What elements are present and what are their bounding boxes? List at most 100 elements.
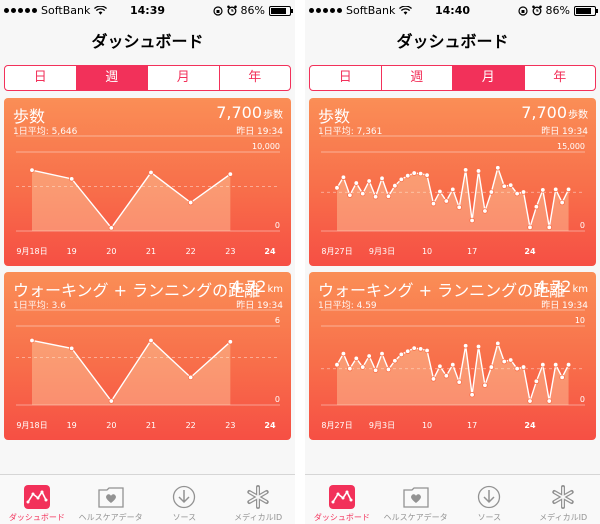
heart-folder-icon (402, 487, 429, 508)
download-arrow-icon (173, 485, 196, 509)
data-point (68, 345, 75, 352)
x-tick-label: 10 (422, 247, 432, 256)
data-point (520, 364, 527, 370)
x-tick-label: 8月27日 (321, 247, 352, 256)
tab-health-data[interactable]: ヘルスケアデータ (379, 475, 453, 524)
x-tick-label: 17 (467, 421, 477, 430)
segment-year[interactable]: 年 (525, 66, 596, 90)
data-point (540, 187, 546, 193)
data-point (108, 398, 115, 404)
data-point (559, 374, 565, 381)
card-value-number: 4.72 (535, 277, 572, 296)
data-point (450, 186, 456, 193)
segment-week[interactable]: 週 (76, 66, 148, 90)
x-tick-label: 9月3日 (369, 247, 395, 256)
tab-label: ヘルスケアデータ (383, 513, 448, 522)
page-title: ダッシュボード (91, 32, 204, 51)
data-point (385, 366, 392, 373)
series-area (32, 340, 231, 405)
data-point (385, 193, 392, 199)
data-point (398, 176, 405, 183)
distance-card[interactable]: 10 0 8月27日 9月3日 10 17 24 ウォーキング + ランニングの距離 1日平… (309, 272, 596, 440)
x-tick-label: 10 (422, 421, 432, 430)
data-point (417, 170, 424, 177)
data-point (469, 392, 475, 398)
tab-health-data[interactable]: ヘルスケアデータ (74, 475, 148, 524)
data-point (372, 194, 379, 200)
data-point (353, 355, 359, 362)
status-bar: SoftBank 14:40 86% (305, 0, 600, 20)
phone-screen-month: SoftBank 14:40 86% ダッシュボード 日 週 月 年 15,00… (305, 0, 600, 524)
card-timestamp: 昨日 19:34 (236, 301, 283, 311)
data-point (488, 364, 495, 370)
period-segmented-control: 日 週 月 年 (4, 65, 291, 91)
data-point (340, 350, 347, 357)
dashboard-chart-icon (328, 485, 355, 509)
data-point (340, 174, 347, 180)
data-point (29, 337, 35, 344)
alarm-icon (531, 5, 542, 16)
data-point (392, 358, 398, 364)
x-tick-label: 9月3日 (369, 421, 395, 430)
tab-dashboard[interactable]: ダッシュボード (305, 475, 379, 524)
data-point (227, 171, 234, 177)
data-point (514, 365, 520, 372)
segment-day[interactable]: 日 (5, 66, 77, 90)
steps-card[interactable]: 10,000 0 9月18日 19 20 21 22 23 24 歩数 1日平均: 5,646 … (4, 98, 291, 266)
distance-card[interactable]: 6 0 9月18日 19 20 21 22 23 24 ウォーキング + ランニングの距離 1日… (4, 272, 291, 440)
segment-month[interactable]: 月 (453, 66, 525, 90)
data-point (360, 364, 366, 370)
tab-medical-id[interactable]: メディカルID (526, 475, 600, 524)
segment-week[interactable]: 週 (382, 66, 453, 90)
segment-day[interactable]: 日 (310, 66, 382, 90)
data-point (68, 176, 75, 182)
data-point (482, 382, 488, 388)
steps-card[interactable]: 15,000 0 8月27日 9月3日 10 17 24 歩数 1日平均: 7,361 7,… (309, 98, 596, 266)
data-point (347, 365, 353, 372)
data-point (450, 362, 456, 368)
data-point (462, 167, 469, 173)
data-point (405, 348, 411, 354)
tab-sources[interactable]: ソース (453, 475, 527, 524)
data-point (372, 367, 379, 373)
card-value: 7,700歩数 (521, 103, 588, 122)
card-value: 4.72km (231, 277, 283, 296)
data-point (501, 183, 507, 189)
x-tick-label: 24 (524, 247, 536, 256)
data-point (553, 186, 559, 193)
x-tick-label: 23 (225, 247, 235, 256)
battery-icon (269, 5, 293, 16)
x-tick-label: 23 (225, 421, 235, 430)
tab-medical-id[interactable]: メディカルID (221, 475, 295, 524)
card-value-number: 7,700 (216, 103, 262, 122)
tab-label: ダッシュボード (313, 513, 370, 522)
tab-sources[interactable]: ソース (148, 475, 222, 524)
x-tick-label: 19 (67, 247, 77, 256)
data-point (559, 199, 565, 206)
data-point (379, 175, 385, 182)
card-timestamp: 昨日 19:34 (541, 301, 588, 311)
phone-screen-week: SoftBank 14:39 86% ダッシュボード 日 週 月 年 10,00… (0, 0, 295, 524)
y-tick-label: 0 (275, 395, 280, 404)
data-point (507, 182, 514, 188)
data-point (227, 339, 234, 345)
data-point (495, 340, 501, 347)
battery-percent: 86% (545, 4, 570, 17)
card-average: 1日平均: 3.6 (13, 301, 66, 311)
data-point (475, 343, 482, 350)
y-tick-label: 0 (275, 221, 280, 230)
series-area (337, 167, 569, 231)
tab-dashboard[interactable]: ダッシュボード (0, 475, 74, 524)
x-tick-label: 8月27日 (321, 421, 352, 430)
status-bar: SoftBank 14:39 86% (0, 0, 295, 20)
data-point (430, 376, 437, 382)
data-point (437, 363, 443, 369)
segment-year[interactable]: 年 (220, 66, 291, 90)
segment-month[interactable]: 月 (148, 66, 220, 90)
data-point (347, 192, 353, 198)
download-arrow-icon (478, 485, 501, 509)
page-title: ダッシュボード (396, 32, 509, 51)
data-point (533, 378, 540, 384)
data-point (495, 165, 501, 171)
data-point (443, 373, 450, 379)
